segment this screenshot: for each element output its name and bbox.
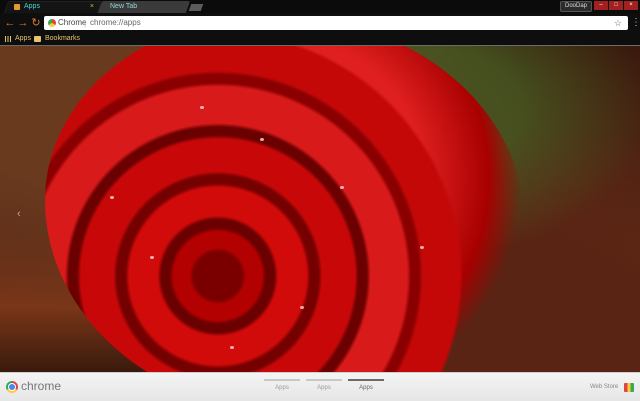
apps-tab-icon [14, 4, 20, 10]
maximize-button[interactable]: □ [609, 1, 623, 10]
bottom-bar: chrome Apps Apps Apps Web Store [0, 372, 640, 401]
omnibox-separator: | [84, 19, 87, 28]
profile-button[interactable]: DooDap [559, 1, 592, 12]
web-store-link[interactable]: Web Store [590, 384, 618, 390]
bookmark-apps[interactable]: Apps [15, 33, 31, 45]
minimize-button[interactable]: – [594, 1, 608, 10]
water-drop [300, 306, 304, 309]
page-tab-label: Apps [359, 385, 373, 391]
page-tab-label: Apps [317, 385, 331, 391]
chrome-logo-icon [6, 381, 18, 393]
folder-icon [34, 36, 41, 42]
bookmark-folder[interactable]: Bookmarks [45, 33, 80, 45]
chrome-brand-text: chrome [21, 379, 62, 393]
new-tab-button[interactable] [188, 4, 204, 11]
page-tab[interactable]: Apps [264, 379, 300, 397]
page-tab-active[interactable]: Apps [348, 379, 384, 397]
water-drop [110, 196, 114, 199]
tab-apps[interactable]: Apps × [3, 1, 103, 13]
reload-icon[interactable]: ↻ [30, 16, 42, 30]
page-tab[interactable]: Apps [306, 379, 342, 397]
rose-image [45, 46, 525, 372]
water-drop [150, 256, 154, 259]
tab-title: New Tab [110, 3, 138, 10]
page-tab-label: Apps [275, 385, 289, 391]
title-bar: Apps × New Tab DooDap – □ × [0, 0, 640, 13]
forward-arrow-icon[interactable]: → [17, 16, 29, 30]
star-icon[interactable]: ☆ [614, 17, 622, 29]
water-drop [340, 186, 344, 189]
chrome-icon [48, 19, 56, 27]
close-window-button[interactable]: × [624, 1, 638, 10]
tab-title: Apps [24, 3, 40, 10]
menu-icon[interactable]: ⋮ [631, 16, 640, 30]
omnibox[interactable]: Chrome | chrome://apps ☆ [44, 16, 628, 30]
close-icon[interactable]: × [90, 2, 94, 12]
back-arrow-icon[interactable]: ← [4, 16, 16, 30]
tab-new-tab[interactable]: New Tab [97, 1, 191, 13]
water-drop [200, 106, 204, 109]
url-text[interactable]: chrome://apps [90, 17, 141, 29]
toolbar: ← → ↻ Chrome | chrome://apps ☆ ⋮ [0, 13, 640, 33]
previous-page-arrow[interactable]: ‹ [17, 208, 21, 220]
water-drop [260, 138, 264, 141]
web-store-icon[interactable] [624, 383, 634, 392]
omnibox-label: Chrome [58, 18, 87, 27]
bookmarks-bar: Apps Bookmarks [0, 33, 640, 45]
apps-grid-icon [5, 36, 11, 42]
water-drop [230, 346, 234, 349]
water-drop [420, 246, 424, 249]
theme-background [0, 46, 640, 372]
